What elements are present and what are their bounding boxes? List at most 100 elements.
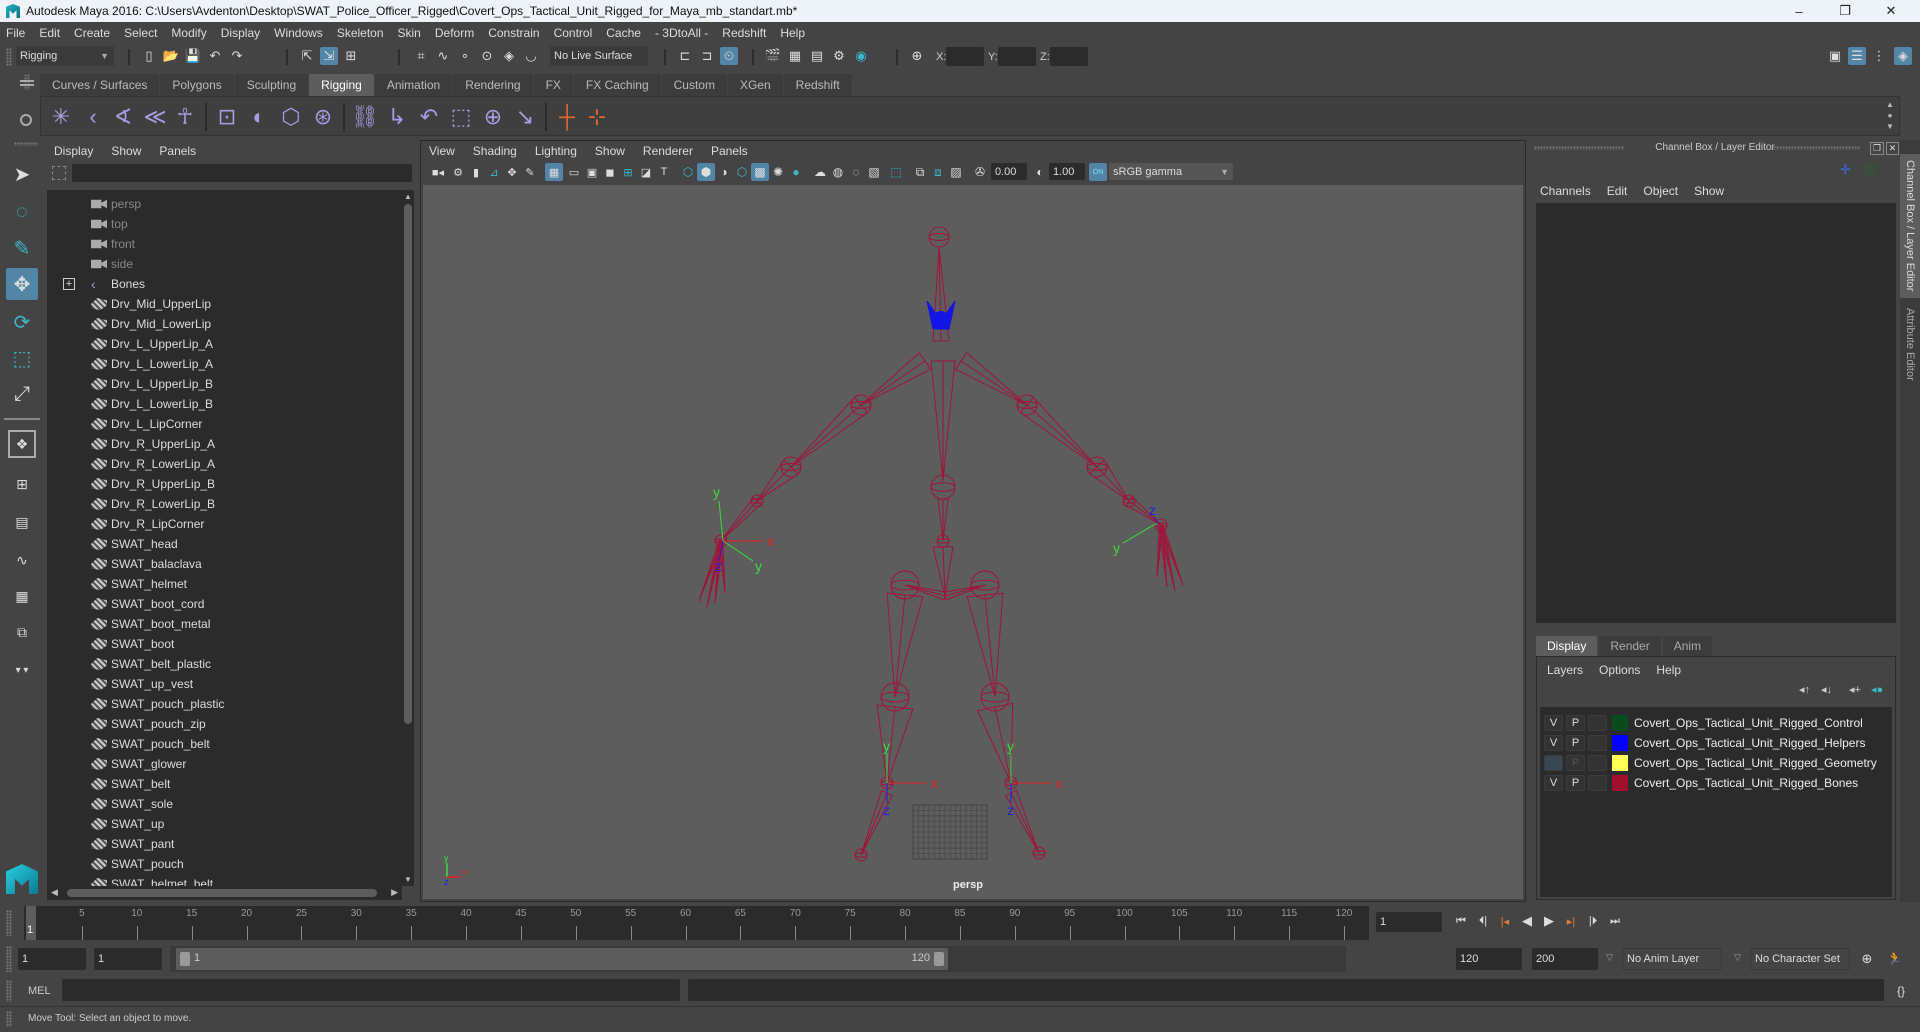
menu-display[interactable]: Display: [221, 26, 260, 40]
render-view-icon[interactable]: 🎬: [764, 47, 782, 65]
color-space-dropdown[interactable]: sRGB gamma ▼: [1109, 163, 1233, 180]
outliner-item[interactable]: front: [47, 234, 402, 254]
field-chart-icon[interactable]: ⊞: [619, 163, 637, 181]
playback-start-input[interactable]: 1: [94, 948, 162, 970]
layer-name[interactable]: Covert_Ops_Tactical_Unit_Rigged_Control: [1634, 716, 1863, 730]
time-slider[interactable]: 1 5 10 15 20 25 30 35 40 45 50 55 60 65 70 75 80 85 90 95 1…: [24, 906, 1369, 940]
viewport-menu-panels[interactable]: Panels: [711, 144, 748, 158]
outliner-item[interactable]: SWAT_belt: [47, 774, 402, 794]
wireframe-icon[interactable]: ⬡: [679, 163, 697, 181]
layer-menu-help[interactable]: Help: [1656, 663, 1681, 677]
shadows-icon[interactable]: ●: [787, 163, 805, 181]
display-type-toggle[interactable]: [1588, 755, 1607, 771]
anti-aliasing-icon[interactable]: ◌: [847, 163, 865, 181]
outliner-horizontal-scrollbar[interactable]: ◀ ▶: [47, 886, 402, 900]
command-language-label[interactable]: MEL: [28, 985, 51, 997]
grid-toggle-icon[interactable]: ▦: [545, 163, 563, 181]
shelf-settings-gear-icon[interactable]: [20, 114, 32, 126]
lattice-icon[interactable]: ⬡: [277, 103, 305, 131]
scroll-up-arrow-icon[interactable]: ▲: [404, 192, 412, 201]
layer-row[interactable]: P Covert_Ops_Tactical_Unit_Rigged_Geometr…: [1540, 753, 1892, 773]
character-set-dropdown[interactable]: No Character Set: [1750, 948, 1850, 970]
outliner-menu-display[interactable]: Display: [54, 144, 93, 158]
outliner-item[interactable]: SWAT_head: [47, 534, 402, 554]
outliner-item[interactable]: SWAT_up: [47, 814, 402, 834]
move-tool-icon[interactable]: ✥: [6, 268, 38, 300]
play-backwards-icon[interactable]: ◀: [1518, 912, 1536, 930]
move-layer-down-icon[interactable]: ◂↓: [1821, 683, 1832, 696]
persp-graph-hypershade-layout-icon[interactable]: ⧉: [6, 616, 38, 648]
animation-end-input[interactable]: 200: [1532, 948, 1598, 970]
scale-tool-icon[interactable]: ⬚: [6, 342, 38, 374]
layer-row[interactable]: V P Covert_Ops_Tactical_Unit_Rigged_Contro…: [1540, 713, 1892, 733]
channel-box-toggle-icon[interactable]: ◈: [1894, 47, 1912, 65]
outliner-item[interactable]: Drv_R_UpperLip_B: [47, 474, 402, 494]
command-line-grip[interactable]: [6, 980, 12, 1002]
outliner-item[interactable]: Drv_L_UpperLip_B: [47, 374, 402, 394]
default-material-icon[interactable]: ◑: [715, 163, 733, 181]
scroll-thumb[interactable]: [67, 889, 377, 897]
open-scene-icon[interactable]: 📂: [162, 47, 180, 65]
playback-toggle[interactable]: P: [1566, 715, 1585, 731]
playback-end-input[interactable]: 120: [1456, 948, 1522, 970]
snap-curve-icon[interactable]: ∿: [434, 47, 452, 65]
outliner-item[interactable]: side: [47, 254, 402, 274]
pole-vector-constraint-icon[interactable]: ↘: [511, 103, 539, 131]
menu-skeleton[interactable]: Skeleton: [337, 26, 384, 40]
visibility-toggle[interactable]: [1544, 755, 1563, 771]
menu-create[interactable]: Create: [74, 26, 110, 40]
parent-constraint-icon[interactable]: ⛓: [351, 103, 379, 131]
shelf-tab-rendering[interactable]: Rendering: [453, 74, 533, 96]
tab-channel-box-layer-editor[interactable]: Channel Box / Layer Editor: [1900, 154, 1920, 298]
save-scene-icon[interactable]: 💾: [184, 47, 202, 65]
new-layer-from-selected-icon[interactable]: ◂●: [1871, 683, 1883, 696]
expand-icon[interactable]: +: [63, 278, 75, 290]
timeslider-grip[interactable]: [6, 910, 12, 936]
film-gate-icon[interactable]: ▭: [565, 163, 583, 181]
outliner-item[interactable]: SWAT_boot_cord: [47, 594, 402, 614]
channel-box-menu-object[interactable]: Object: [1643, 184, 1678, 198]
last-tool-icon[interactable]: ⤢: [6, 378, 38, 410]
outliner-item[interactable]: + ‹ Bones: [47, 274, 402, 294]
hypershade-layout-icon[interactable]: ▦: [6, 580, 38, 612]
manipulator-icon[interactable]: ✛: [1840, 162, 1851, 178]
paint-weights-icon[interactable]: ◐: [245, 103, 273, 131]
live-surface-field[interactable]: No Live Surface: [550, 46, 648, 66]
play-forwards-icon[interactable]: ▶: [1540, 912, 1558, 930]
menu-skin[interactable]: Skin: [398, 26, 421, 40]
current-frame-input[interactable]: 1: [1376, 912, 1442, 932]
new-scene-icon[interactable]: ▯: [140, 47, 158, 65]
layer-menu-layers[interactable]: Layers: [1547, 663, 1583, 677]
outliner-item[interactable]: SWAT_up_vest: [47, 674, 402, 694]
step-back-key-icon[interactable]: |◂: [1496, 912, 1514, 930]
shelf-tab-xgen[interactable]: XGen: [727, 74, 783, 96]
create-joints-icon[interactable]: ✳: [47, 103, 75, 131]
step-back-frame-icon[interactable]: ⏴|: [1474, 912, 1492, 930]
menu-file[interactable]: File: [6, 26, 25, 40]
playback-toggle[interactable]: P: [1566, 735, 1585, 751]
viewport-canvas[interactable]: yxyzyzxyzxyzyxz persp: [423, 185, 1523, 899]
input-ops-icon[interactable]: ⊏: [676, 47, 694, 65]
toolbox-grip[interactable]: [14, 142, 38, 146]
isolate-select-icon[interactable]: ⬚: [887, 163, 905, 181]
shelf-tab-sculpting[interactable]: Sculpting: [234, 74, 309, 96]
layer-name[interactable]: Covert_Ops_Tactical_Unit_Rigged_Bones: [1634, 776, 1858, 790]
hypershade-icon[interactable]: ◉: [852, 47, 870, 65]
layer-row[interactable]: V P Covert_Ops_Tactical_Unit_Rigged_Helper…: [1540, 733, 1892, 753]
grease-pencil-icon[interactable]: ✎: [521, 163, 539, 181]
menu-select[interactable]: Select: [124, 26, 157, 40]
select-tool-icon[interactable]: ➤: [6, 158, 38, 190]
smooth-shade-icon[interactable]: ⬢: [697, 163, 715, 181]
scroll-right-arrow-icon[interactable]: ▶: [391, 887, 398, 898]
shelf-menu-icon[interactable]: [20, 80, 34, 82]
step-forward-frame-icon[interactable]: |⏵: [1584, 912, 1602, 930]
anim-layer-dropdown[interactable]: No Anim Layer: [1622, 948, 1722, 970]
xray-joints-icon[interactable]: ▨: [947, 163, 965, 181]
select-object-icon[interactable]: ⇲: [320, 47, 338, 65]
ik-spline-icon[interactable]: ≪: [141, 103, 169, 131]
channel-box-menu-channels[interactable]: Channels: [1540, 184, 1591, 198]
paint-select-tool-icon[interactable]: ✎: [6, 232, 38, 264]
animation-preferences-icon[interactable]: 🏃: [1886, 950, 1904, 968]
layer-menu-options[interactable]: Options: [1599, 663, 1640, 677]
bind-skin-icon[interactable]: ⊡: [213, 103, 241, 131]
